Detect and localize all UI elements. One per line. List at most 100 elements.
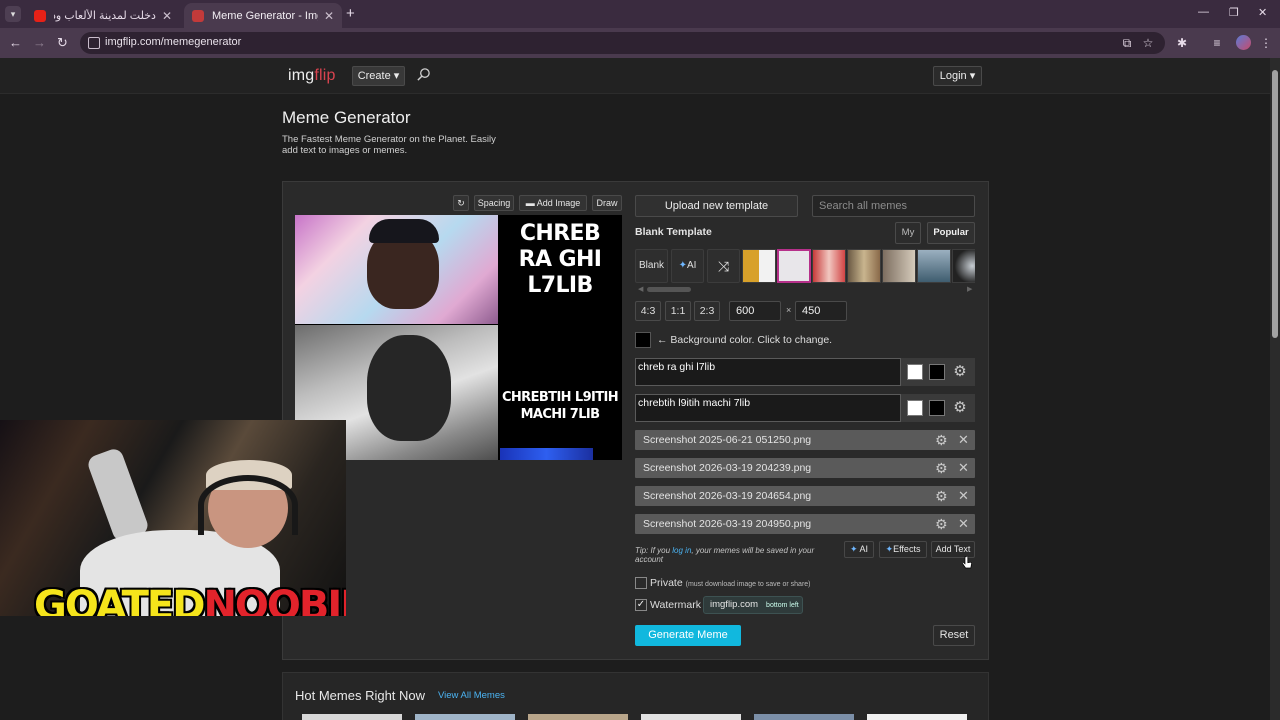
site-header: imgflip Create ▾ Login ▾: [0, 58, 1270, 94]
template-thumbnail[interactable]: [812, 249, 846, 283]
hot-meme-thumbnail[interactable]: [302, 714, 402, 720]
template-thumbnail[interactable]: [917, 249, 951, 283]
outline-color-swatch[interactable]: [929, 364, 945, 380]
back-icon[interactable]: ←: [9, 35, 22, 51]
private-checkbox[interactable]: [635, 577, 647, 589]
minimize-icon[interactable]: —: [1198, 6, 1209, 18]
generate-meme-button[interactable]: Generate Meme: [635, 625, 741, 646]
browser-tab-youtube[interactable]: دخلت لمدينة الألعاب ودارو ليا تتو ✕: [26, 3, 180, 28]
install-app-icon[interactable]: ⧉: [1120, 36, 1134, 50]
width-input[interactable]: 600: [729, 301, 781, 321]
login-button[interactable]: Login ▾: [933, 66, 982, 86]
close-tab-icon[interactable]: ✕: [324, 9, 334, 23]
hot-meme-thumbnail[interactable]: [415, 714, 515, 720]
tab-search-menu[interactable]: ▾: [5, 6, 21, 22]
gear-icon[interactable]: ⚙: [935, 487, 948, 505]
background-color-label: ← Background color. Click to change.: [657, 334, 833, 346]
private-label: Private (must download image to save or …: [650, 577, 811, 589]
page-scrollbar[interactable]: [1270, 58, 1280, 720]
gear-icon[interactable]: ⚙: [935, 515, 948, 533]
text-color-swatch[interactable]: [907, 364, 923, 380]
meme-image-top: [295, 215, 498, 324]
gear-icon[interactable]: ⚙: [935, 431, 948, 449]
rotate-icon: ↻: [457, 198, 465, 208]
text-color-swatch[interactable]: [907, 400, 923, 416]
forward-icon[interactable]: →: [33, 35, 46, 51]
watermark-checkbox[interactable]: ✓: [635, 599, 647, 611]
upload-template-button[interactable]: Upload new template: [635, 195, 798, 217]
height-input[interactable]: 450: [795, 301, 847, 321]
login-label: Login: [939, 70, 967, 82]
template-blank[interactable]: Blank: [635, 249, 668, 283]
effects-button[interactable]: ✦Effects: [879, 541, 927, 558]
text-box-1-input[interactable]: chreb ra ghi l7lib: [635, 358, 901, 386]
template-ai[interactable]: ✦AI: [671, 249, 704, 283]
gear-icon[interactable]: ⚙: [950, 362, 970, 382]
template-scrollbar[interactable]: [647, 287, 691, 292]
profile-avatar[interactable]: [1236, 35, 1251, 50]
outline-color-swatch[interactable]: [929, 400, 945, 416]
template-thumbnail[interactable]: [777, 249, 811, 283]
search-icon[interactable]: [416, 67, 431, 82]
background-color-swatch[interactable]: [635, 332, 651, 348]
imgflip-logo[interactable]: imgflip: [288, 67, 336, 85]
meme-bottom-text[interactable]: CHREBTIH L9ITIH MACHI 7LIB: [501, 389, 619, 423]
scroll-right-icon[interactable]: ▶: [967, 285, 972, 293]
view-all-memes-link[interactable]: View All Memes: [438, 690, 505, 701]
hot-meme-thumbnail[interactable]: [867, 714, 967, 720]
template-thumbnail[interactable]: [882, 249, 916, 283]
scroll-left-icon[interactable]: ◀: [638, 285, 643, 293]
close-icon[interactable]: ✕: [958, 459, 969, 477]
template-thumbnail[interactable]: [952, 249, 975, 283]
restore-icon[interactable]: ❐: [1229, 6, 1239, 19]
draw-button[interactable]: Draw: [592, 195, 622, 211]
media-controls-icon[interactable]: ≡: [1210, 36, 1224, 50]
chevron-down-icon: ▾: [393, 70, 400, 82]
image-layer-name: Screenshot 2025-06-21 051250.png: [643, 434, 812, 446]
reset-button[interactable]: Reset: [933, 625, 975, 646]
close-tab-icon[interactable]: ✕: [162, 9, 172, 23]
create-label: Create: [357, 70, 391, 82]
template-thumbnail[interactable]: [847, 249, 881, 283]
tip-prefix: Tip: If you: [635, 546, 673, 555]
ratio-2-3-button[interactable]: 2:3: [694, 301, 720, 321]
ratio-1-1-button[interactable]: 1:1: [665, 301, 691, 321]
browser-menu-icon[interactable]: ⋮: [1259, 36, 1273, 50]
close-icon[interactable]: ✕: [958, 515, 969, 533]
ratio-4-3-button[interactable]: 4:3: [635, 301, 661, 321]
sparkle-icon: ✦: [849, 544, 858, 554]
new-tab-icon[interactable]: +: [346, 6, 355, 22]
rotate-button[interactable]: ↻: [453, 195, 469, 211]
spacing-button[interactable]: Spacing: [474, 195, 514, 211]
hot-meme-thumbnail[interactable]: [754, 714, 854, 720]
login-link[interactable]: log in: [672, 546, 691, 555]
gear-icon[interactable]: ⚙: [935, 459, 948, 477]
watermark-settings[interactable]: imgflip.com bottom left: [703, 596, 803, 614]
close-window-icon[interactable]: ✕: [1258, 6, 1267, 19]
reload-icon[interactable]: ↻: [57, 35, 68, 51]
template-random[interactable]: ⤨: [707, 249, 740, 283]
close-icon[interactable]: ✕: [958, 431, 969, 449]
ai-button[interactable]: ✦ AI: [844, 541, 874, 558]
gear-icon[interactable]: ⚙: [950, 398, 970, 418]
browser-tab-imgflip[interactable]: Meme Generator - Imgflip ✕: [184, 3, 342, 28]
site-info-icon[interactable]: [88, 37, 100, 49]
search-memes-input[interactable]: Search all memes: [812, 195, 975, 217]
extensions-icon[interactable]: ✱: [1175, 36, 1189, 50]
tab-popular[interactable]: Popular: [927, 222, 975, 244]
create-button[interactable]: Create ▾: [352, 66, 405, 86]
bookmark-star-icon[interactable]: ☆: [1141, 36, 1155, 50]
hot-meme-thumbnail[interactable]: [641, 714, 741, 720]
meme-top-text[interactable]: CHREB RA GHI L7LIB: [501, 221, 619, 299]
text-box-2-input[interactable]: chrebtih l9itih machi 7lib: [635, 394, 901, 422]
url-field[interactable]: imgflip.com/memegenerator: [80, 32, 1165, 54]
scrollbar-thumb[interactable]: [1272, 70, 1278, 338]
close-icon[interactable]: ✕: [958, 487, 969, 505]
add-image-button[interactable]: ▬ Add Image: [519, 195, 587, 211]
imgflip-favicon-icon: [192, 9, 204, 22]
template-thumbnail[interactable]: [742, 249, 776, 283]
tab-my[interactable]: My: [895, 222, 921, 244]
hot-meme-thumbnail[interactable]: [528, 714, 628, 720]
streamer-name-part1: GOATED: [34, 583, 205, 616]
image-layer-row: Screenshot 2025-06-21 051250.png ⚙ ✕: [635, 430, 975, 450]
